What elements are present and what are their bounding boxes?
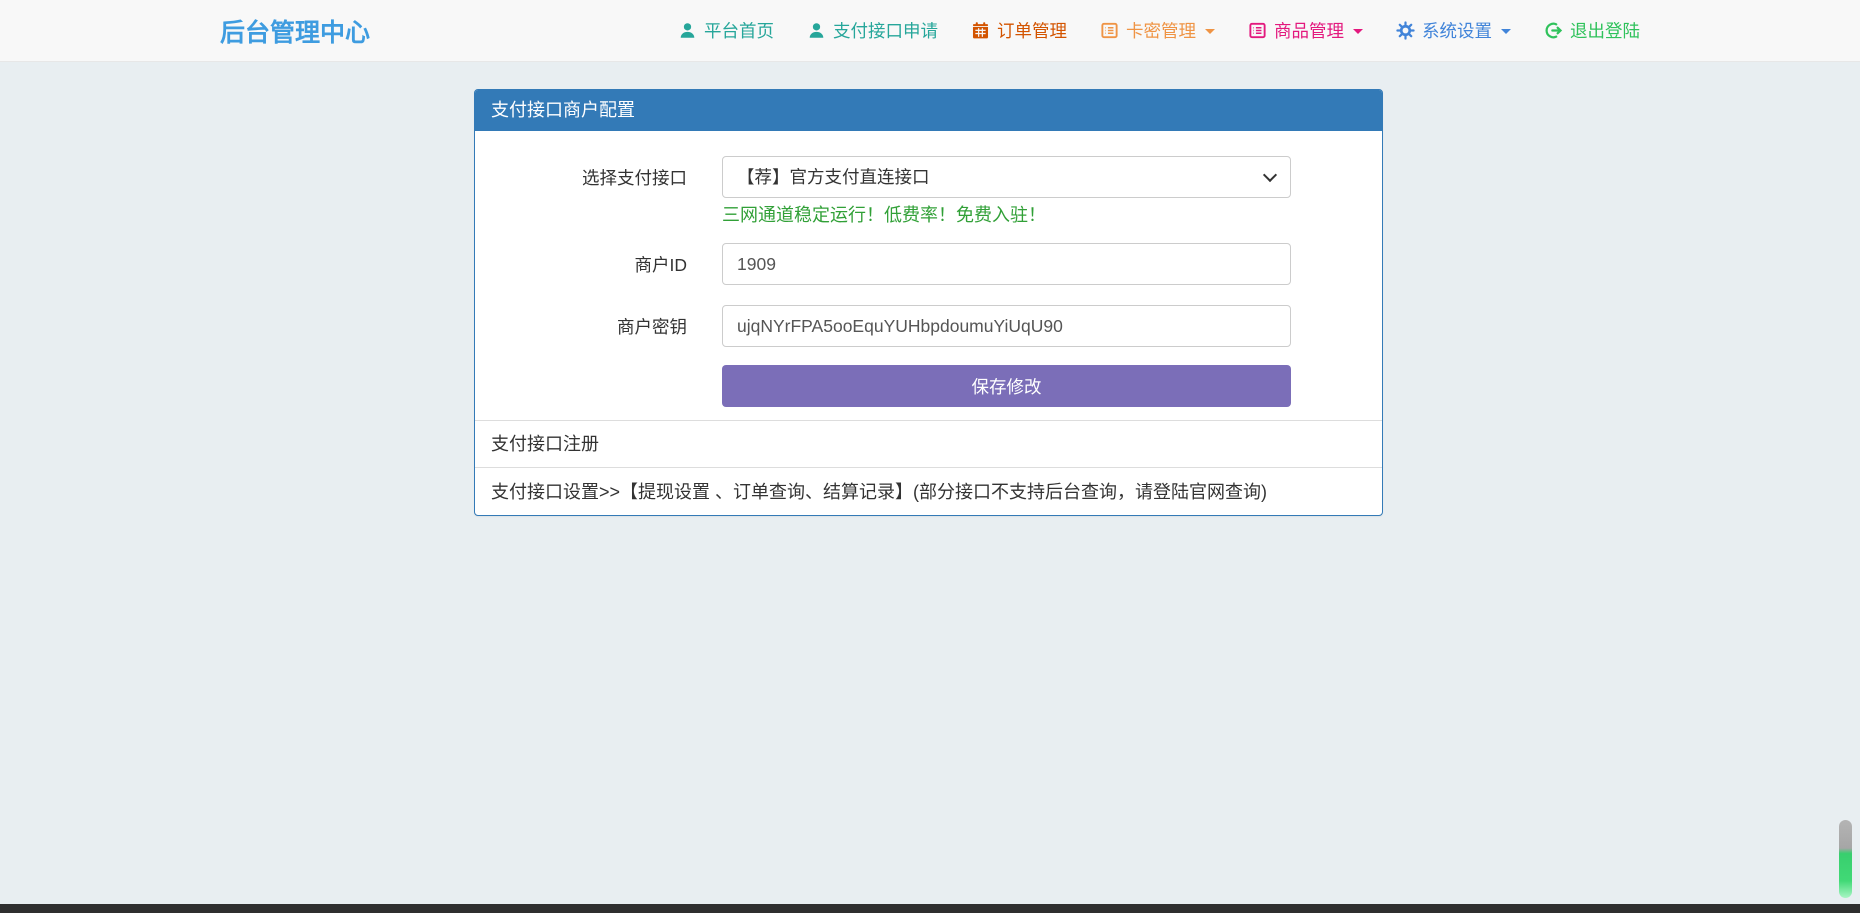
top-navbar: 后台管理中心 平台首页 支付接口申请: [0, 0, 1860, 62]
merchant-config-form: 选择支付接口 【荐】官方支付直连接口 三网通道稳定运行！低费率！免费入驻！ 商户…: [475, 131, 1382, 420]
merchant-key-label: 商户密钥: [475, 314, 722, 339]
nav-item-logout[interactable]: 退出登陆: [1544, 18, 1640, 43]
nav-item-label: 卡密管理: [1126, 18, 1196, 43]
merchant-id-label: 商户ID: [475, 252, 722, 277]
calendar-icon: [971, 21, 990, 40]
list-icon: [1248, 21, 1267, 40]
merchant-config-panel: 支付接口商户配置 选择支付接口 【荐】官方支付直连接口 三网通道稳定运行！低费率…: [474, 89, 1383, 516]
payment-interface-select[interactable]: 【荐】官方支付直连接口: [722, 156, 1291, 198]
form-row-merchant-id: 商户ID: [475, 243, 1382, 285]
brand-title[interactable]: 后台管理中心: [220, 13, 370, 49]
user-icon: [678, 21, 697, 40]
select-payment-label: 选择支付接口: [475, 165, 722, 190]
chevron-down-icon: [1353, 29, 1363, 34]
nav-item-payment-apply[interactable]: 支付接口申请: [807, 18, 938, 43]
save-button[interactable]: 保存修改: [722, 365, 1291, 407]
merchant-id-input[interactable]: [722, 243, 1291, 285]
merchant-key-input[interactable]: [722, 305, 1291, 347]
chevron-down-icon: [1205, 29, 1215, 34]
nav-item-system-settings[interactable]: 系统设置: [1396, 18, 1511, 43]
nav-item-label: 支付接口申请: [833, 18, 938, 43]
nav-item-platform-home[interactable]: 平台首页: [678, 18, 774, 43]
scroll-indicator[interactable]: [1839, 820, 1852, 898]
nav-item-label: 订单管理: [997, 18, 1067, 43]
chevron-down-icon: [1501, 29, 1511, 34]
payment-interface-select-wrap: 【荐】官方支付直连接口: [722, 156, 1291, 198]
form-row-merchant-key: 商户密钥: [475, 305, 1382, 347]
main-nav: 平台首页 支付接口申请 订单管理: [678, 18, 1640, 43]
nav-item-label: 退出登陆: [1570, 18, 1640, 43]
select-help-note: 三网通道稳定运行！低费率！免费入驻！: [722, 204, 1382, 226]
nav-item-label: 系统设置: [1422, 18, 1492, 43]
nav-item-label: 平台首页: [704, 18, 774, 43]
nav-item-product-management[interactable]: 商品管理: [1248, 18, 1363, 43]
user-icon: [807, 21, 826, 40]
panel-title: 支付接口商户配置: [475, 90, 1382, 131]
sign-out-icon: [1544, 21, 1563, 40]
gear-icon: [1396, 21, 1415, 40]
window-bottom-edge: [0, 904, 1860, 913]
navbar-container: 后台管理中心 平台首页 支付接口申请: [220, 0, 1640, 61]
form-row-select: 选择支付接口 【荐】官方支付直连接口: [475, 156, 1382, 198]
payment-register-link[interactable]: 支付接口注册: [475, 420, 1382, 467]
nav-item-order-management[interactable]: 订单管理: [971, 18, 1067, 43]
nav-item-label: 商品管理: [1274, 18, 1344, 43]
nav-item-card-management[interactable]: 卡密管理: [1100, 18, 1215, 43]
payment-settings-link[interactable]: 支付接口设置>>【提现设置 、订单查询、结算记录】(部分接口不支持后台查询，请登…: [475, 467, 1382, 515]
list-icon: [1100, 21, 1119, 40]
